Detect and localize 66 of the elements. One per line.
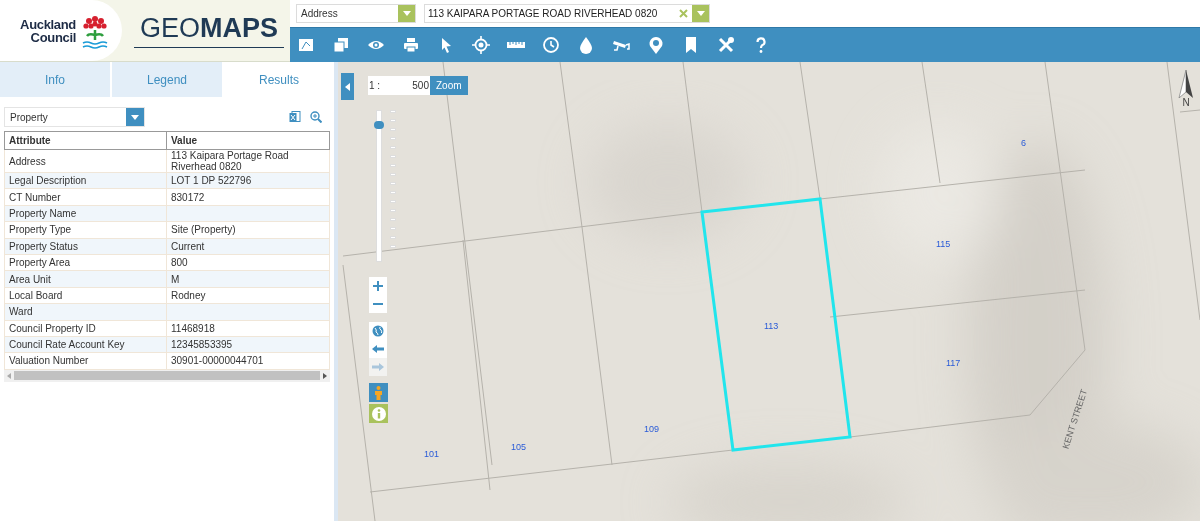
table-cell: 30901-00000044701	[171, 355, 264, 367]
clear-icon[interactable]	[679, 9, 688, 18]
table-cell: Rodney	[171, 289, 206, 301]
table-cell: Site (Property)	[171, 224, 236, 236]
caret-left-icon	[345, 82, 350, 91]
table-cell: 12345853395	[171, 339, 233, 351]
zoom-in-icon[interactable]	[310, 111, 322, 123]
table-cell: CT Number	[9, 191, 61, 203]
table-cell: M	[171, 273, 180, 285]
logo-text: Auckland Council	[19, 17, 76, 44]
parcel-number-label: 115	[936, 238, 951, 251]
table-cell: Valuation Number	[9, 355, 89, 367]
zoom-slider-track[interactable]	[376, 110, 382, 262]
search-type-dropdown[interactable]: Address	[296, 4, 416, 23]
arrow-left-icon	[372, 343, 384, 355]
arrow-right-icon	[372, 361, 384, 373]
north-arrow-icon	[1178, 70, 1194, 98]
person-icon	[374, 385, 383, 400]
column-header[interactable]: Attribute	[4, 131, 167, 150]
table-cell: Council Property ID	[9, 322, 96, 334]
table-cell: Property Status	[9, 240, 78, 252]
table-cell: Property Name	[9, 207, 77, 219]
address-search-field[interactable]: 113 KAIPARA PORTAGE ROAD RIVERHEAD 0820	[424, 4, 710, 23]
collapse-panel-button[interactable]	[341, 73, 354, 100]
caret-icon	[696, 11, 705, 16]
scroll-left-icon[interactable]	[7, 372, 11, 379]
info-icon	[371, 406, 386, 421]
street-label: KENT STREET	[1059, 387, 1091, 451]
globe-icon	[372, 325, 384, 337]
table-cell: 800	[171, 257, 188, 269]
table-cell: Area Unit	[9, 273, 51, 285]
table-cell: 113 Kaipara Portage Road Riverhead 0820	[171, 150, 289, 172]
parcel-number-label: 101	[424, 448, 440, 461]
target-icon[interactable]	[469, 36, 493, 54]
parcel-number-label: 6	[1021, 137, 1026, 150]
export-icon[interactable]	[289, 111, 301, 123]
zoom-button[interactable]: Zoom	[430, 76, 468, 95]
column-header[interactable]: Value	[166, 131, 330, 150]
table-cell: Address	[9, 155, 46, 167]
table-cell: Property Area	[9, 257, 71, 269]
table-cell: Council Rate Account Key	[9, 339, 125, 351]
caret-icon	[402, 11, 411, 16]
table-cell: Legal Description	[9, 175, 87, 187]
plus-icon	[373, 281, 383, 291]
table-cell: 11468918	[171, 322, 215, 334]
table-cell: LOT 1 DP 522796	[171, 175, 252, 187]
info-button[interactable]	[369, 404, 388, 423]
table-cell: Local Board	[9, 289, 63, 301]
table-cell: Current	[171, 240, 205, 252]
map[interactable]: 6 115 113 117 109 105 101 KENT STREET N 1 : 500 Zoom	[338, 62, 1200, 521]
scroll-right-icon[interactable]	[323, 372, 327, 379]
parcel-number-label: 105	[511, 441, 527, 454]
north-label: N	[1182, 98, 1190, 108]
product-logo-text: GEOMAPS	[140, 13, 278, 43]
layer-dropdown[interactable]: Property	[4, 107, 145, 127]
map-nav-button[interactable]	[369, 322, 387, 340]
parcel-number-label: 113	[764, 320, 779, 333]
table-cell: 830172	[171, 191, 205, 203]
caret-icon	[131, 114, 139, 120]
table-cell: Property Type	[9, 224, 72, 236]
scale-field[interactable]: 1 : 500	[368, 76, 430, 95]
parcel-number-label: 117	[946, 357, 961, 370]
map-nav-button[interactable]	[369, 340, 387, 358]
table-cell: Ward	[9, 306, 33, 318]
zoom-slider-handle[interactable]	[374, 121, 384, 130]
parcel-number-label: 109	[644, 423, 660, 436]
